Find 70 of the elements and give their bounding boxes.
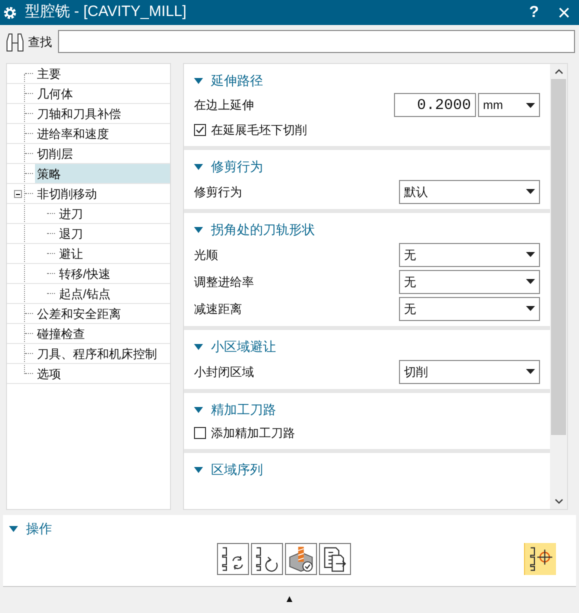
checkbox-label: 在延展毛坯下切削	[211, 122, 307, 139]
group-title[interactable]: 延伸路径	[211, 71, 263, 91]
list-button[interactable]	[319, 543, 351, 575]
generate-button[interactable]	[217, 543, 249, 575]
field-label: 修剪行为	[194, 184, 243, 200]
tree-item[interactable]: 公差和安全距离	[35, 304, 170, 323]
unit-dropdown[interactable]: mm	[478, 93, 540, 117]
tree-item[interactable]: 非切削移动	[35, 184, 170, 203]
tree-item[interactable]: 刀具、程序和机床控制	[35, 344, 170, 363]
tree-item[interactable]: 主要	[35, 64, 170, 83]
group-title[interactable]: 操作	[26, 519, 52, 539]
scroll-down-icon[interactable]	[554, 499, 562, 504]
tree-item[interactable]: 转移/快速	[57, 264, 170, 283]
tree-item[interactable]: 碰撞检查	[35, 324, 170, 343]
group-title[interactable]: 区域序列	[211, 460, 263, 480]
group-title[interactable]: 修剪行为	[211, 157, 263, 177]
checkbox-label: 添加精加工刀路	[211, 425, 295, 442]
verify-button[interactable]	[285, 543, 317, 575]
dropdown[interactable]: 默认	[399, 180, 540, 204]
tree-item[interactable]: 起点/钻点	[57, 284, 170, 303]
help-button[interactable]: ?	[524, 0, 544, 24]
collapse-triangle-icon[interactable]	[194, 164, 203, 170]
gear-icon	[3, 6, 17, 20]
field-label: 调整进给率	[194, 274, 255, 290]
close-button[interactable]: ×	[554, 2, 574, 24]
caret-icon	[526, 369, 535, 374]
caret-icon	[526, 189, 535, 194]
collapse-triangle-icon[interactable]	[194, 78, 203, 84]
caret-icon	[526, 279, 535, 284]
collapse-arrow-button[interactable]: ▲	[284, 595, 294, 605]
tree-item[interactable]: 退刀	[57, 224, 170, 243]
dropdown[interactable]: 切削	[399, 360, 540, 384]
caret-icon	[526, 102, 535, 108]
number-field[interactable]: 0.2000	[394, 93, 476, 117]
tree-item[interactable]: 进给率和速度	[35, 124, 170, 143]
collapse-triangle-icon[interactable]	[194, 227, 203, 233]
field-label: 光顺	[194, 246, 219, 264]
group-title[interactable]: 小区域避让	[211, 337, 276, 357]
tree-item[interactable]: 选项	[35, 364, 170, 383]
checkbox[interactable]	[194, 124, 206, 136]
tree-item[interactable]: 进刀	[57, 204, 170, 223]
tree-item[interactable]: 切削层	[35, 144, 170, 163]
display-button[interactable]	[524, 543, 556, 575]
tree-item[interactable]: 避让	[57, 244, 170, 263]
binoculars-icon	[4, 30, 26, 52]
tree-item[interactable]: 策略	[35, 164, 170, 183]
caret-icon	[526, 306, 535, 311]
caret-icon	[526, 252, 535, 257]
checkbox[interactable]	[194, 427, 206, 439]
collapse-triangle-icon[interactable]	[194, 344, 203, 350]
field-label: 减速距离	[194, 300, 243, 318]
group-title[interactable]: 精加工刀路	[211, 400, 276, 420]
replay-button[interactable]	[251, 543, 283, 575]
search-label: 查找	[28, 34, 52, 50]
window-title: 型腔铣 - [CAVITY_MILL]	[25, 2, 188, 22]
collapse-triangle-icon[interactable]	[9, 526, 18, 532]
collapse-triangle-icon[interactable]	[194, 407, 203, 413]
collapse-toggle-icon[interactable]	[14, 190, 22, 198]
tree-item[interactable]: 刀轴和刀具补偿	[35, 104, 170, 123]
scroll-up-icon[interactable]	[554, 69, 562, 74]
dropdown[interactable]: 无	[399, 296, 540, 320]
group-title[interactable]: 拐角处的刀轨形状	[211, 220, 315, 240]
tree-item[interactable]: 几何体	[35, 84, 170, 103]
field-label: 在边上延伸	[194, 97, 255, 114]
search-field[interactable]	[58, 30, 575, 53]
field-label: 小封闭区域	[194, 364, 255, 380]
collapse-triangle-icon[interactable]	[194, 467, 203, 473]
scrollbar[interactable]	[550, 64, 567, 509]
dropdown[interactable]: 无	[399, 242, 540, 266]
dropdown[interactable]: 无	[399, 270, 540, 294]
